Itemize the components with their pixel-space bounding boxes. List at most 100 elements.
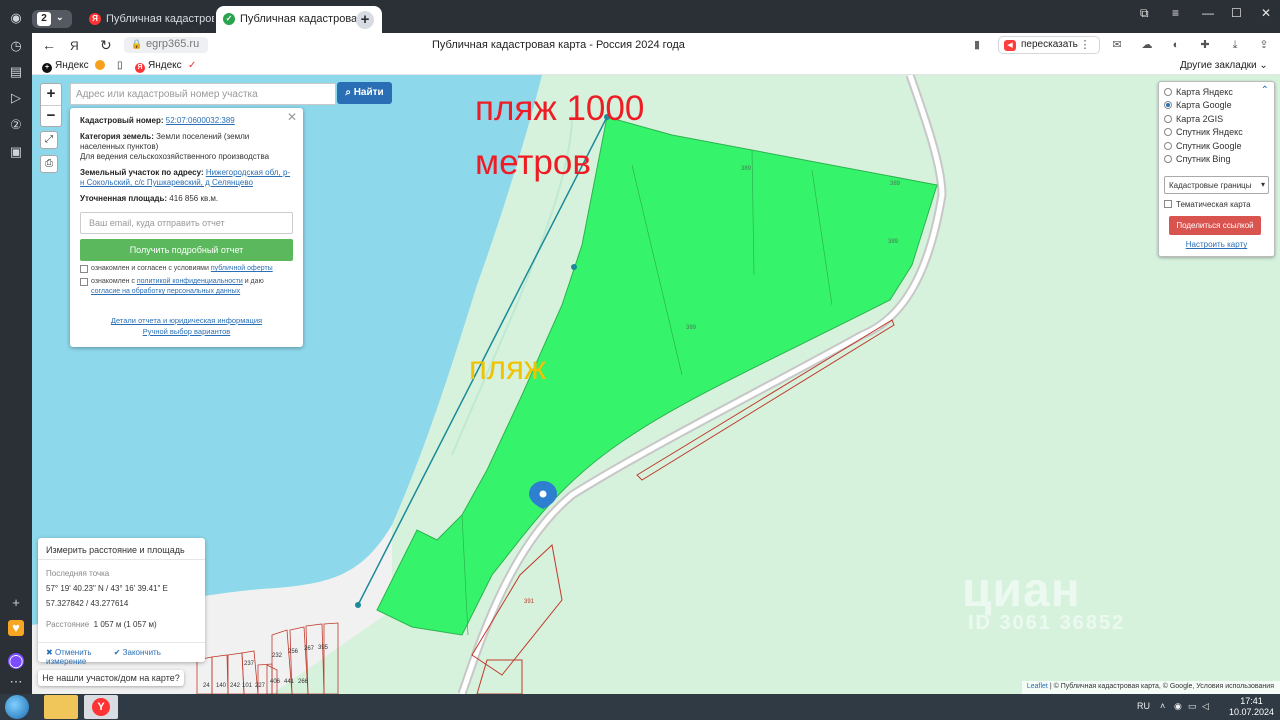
network-icon[interactable]: ▭ [1188, 701, 1197, 712]
layer-option-bing-satellite[interactable]: Спутник Bing [1164, 153, 1269, 166]
boundaries-select[interactable]: Кадастровые границы [1164, 176, 1269, 195]
radio[interactable] [1164, 141, 1172, 150]
zen-icon[interactable]: ② [8, 117, 24, 133]
volume-icon[interactable]: ◁ [1202, 701, 1209, 712]
close-window-icon[interactable]: ✕ [1261, 6, 1271, 20]
share-icon[interactable]: ⇪ [1257, 38, 1271, 52]
fullscreen-icon[interactable]: ⤢ [40, 131, 58, 149]
map-canvas[interactable]: 389 389 389 389 391 24 140 242 101 227 2… [32, 75, 1280, 694]
svg-text:406: 406 [270, 679, 281, 685]
history-icon[interactable]: ◷ [8, 38, 24, 54]
measure-point-mid[interactable] [571, 264, 577, 270]
other-bookmarks[interactable]: Другие закладки ⌄ [1180, 60, 1268, 71]
alice-icon[interactable]: ◯ [8, 653, 24, 669]
browser-menu-icon[interactable]: ◉ [8, 10, 24, 26]
checkbox-box[interactable] [80, 265, 88, 273]
bookmark-yandex[interactable]: Я Яндекс [135, 60, 182, 73]
svg-text:101: 101 [242, 683, 253, 689]
bookmark-yandex-plus[interactable]: + Яндекс [42, 60, 89, 73]
tray-app-icon[interactable]: ◉ [1174, 701, 1182, 712]
clock[interactable]: 17:41 10.07.2024 [1229, 696, 1274, 718]
extensions-icon[interactable]: ✚ [1198, 38, 1212, 52]
distance-value: 1 057 м (1 057 м) [93, 620, 157, 629]
tab-counter[interactable]: 2 ⌄ [32, 10, 72, 28]
tab-inactive[interactable]: Я Публичная кадастровая к [82, 6, 214, 33]
tab-label: Публичная кадастровая к [106, 13, 214, 25]
market-icon[interactable]: ♥ [8, 620, 24, 636]
offer-consent-checkbox[interactable]: ознакомлен и согласен с условиями публич… [80, 264, 293, 274]
share-link-button[interactable]: Поделиться ссылкой [1169, 216, 1261, 236]
hamburger-menu-icon[interactable]: ≡ [1172, 6, 1179, 20]
measure-point-start[interactable] [355, 602, 361, 608]
add-panel-icon[interactable]: + [8, 595, 24, 611]
svg-text:237: 237 [244, 661, 255, 667]
close-icon[interactable]: ✕ [287, 111, 297, 123]
cancel-measure-button[interactable]: ✖ Отменить [46, 648, 102, 657]
zoom-out-button[interactable]: − [41, 105, 61, 126]
overlay-text-meters: метров [475, 143, 591, 182]
vpn-icon[interactable]: ◐ [1169, 38, 1183, 52]
privacy-link[interactable]: политикой конфиденциальности [137, 278, 243, 285]
tab-strip: 2 ⌄ Я Публичная кадастровая к ✓ Публична… [32, 0, 1280, 33]
svg-text:232: 232 [272, 653, 283, 659]
radio[interactable] [1164, 114, 1172, 123]
bookmark-check[interactable]: ✓ [188, 60, 196, 71]
collections-window-icon[interactable]: ⧉ [1140, 6, 1149, 21]
zoom-in-button[interactable]: + [41, 84, 61, 105]
language-indicator[interactable]: RU [1137, 701, 1150, 711]
radio[interactable] [1164, 154, 1172, 163]
bookmark-orange[interactable] [95, 60, 108, 72]
cad-number-link[interactable]: 52:07:0600032:389 [166, 116, 235, 125]
maximize-icon[interactable]: ☐ [1231, 6, 1242, 20]
yandex-browser-icon[interactable]: Y [84, 695, 118, 719]
report-details-link[interactable]: Детали отчета и юридическая информация [111, 316, 262, 325]
get-report-button[interactable]: Получить подробный отчет [80, 239, 293, 261]
email-input[interactable]: Ваш email, куда отправить отчет [80, 212, 293, 234]
minimize-icon[interactable]: — [1202, 6, 1214, 20]
screenshot-icon[interactable]: ▣ [8, 144, 24, 160]
checkbox-box[interactable] [1164, 200, 1172, 209]
start-button[interactable] [5, 695, 29, 719]
not-found-button[interactable]: Не нашли участок/дом на карте? [38, 670, 184, 686]
privacy-consent-checkbox[interactable]: ознакомлен с политикой конфиденциальност… [80, 277, 293, 297]
bookmark-icon[interactable]: ▮ [970, 38, 984, 52]
bookmark-page[interactable]: ▯ [117, 60, 123, 71]
yandex-icon: Я [89, 13, 101, 25]
more-icon[interactable]: ⋯ [8, 674, 24, 690]
find-button[interactable]: ⌕ Найти [337, 82, 392, 104]
layer-option-yandex-map[interactable]: Карта Яндекс [1164, 86, 1269, 99]
watermark-id: ID 3061 36852 [968, 612, 1126, 634]
tab-count: 2 [37, 12, 51, 26]
layer-option-2gis-map[interactable]: Карта 2GIS [1164, 113, 1269, 126]
weather-icon[interactable]: ☁ [1140, 38, 1154, 52]
checkbox-box[interactable] [80, 278, 88, 286]
new-tab-button[interactable]: + [356, 11, 374, 29]
layer-option-yandex-satellite[interactable]: Спутник Яндекс [1164, 126, 1269, 139]
radio-selected[interactable] [1164, 101, 1172, 110]
layer-option-google-map[interactable]: Карта Google [1164, 99, 1269, 112]
collections-icon[interactable]: ▤ [8, 64, 24, 80]
more-options-icon[interactable]: ⋮ [1078, 38, 1092, 52]
address-label: Земельный участок по адресу: [80, 168, 204, 177]
address-search-input[interactable]: Адрес или кадастровый номер участка [70, 83, 336, 105]
leaflet-link[interactable]: Leaflet [1027, 683, 1048, 690]
tray-chevron-icon[interactable]: ˄ [1160, 701, 1165, 711]
manual-select-link[interactable]: Ручной выбор вариантов [143, 327, 231, 336]
radio[interactable] [1164, 128, 1172, 137]
url-field[interactable]: 🔒 egrp365.ru [124, 37, 208, 53]
thematic-map-checkbox[interactable]: Тематическая карта [1164, 200, 1269, 209]
layer-option-google-satellite[interactable]: Спутник Google [1164, 140, 1269, 153]
downloads-icon[interactable]: ⤓ [1228, 38, 1242, 52]
data-consent-link[interactable]: согласие на обработку персональных данны… [91, 288, 240, 295]
reload-icon[interactable]: ↻ [100, 37, 112, 54]
play-icon[interactable]: ▷ [8, 90, 24, 106]
chevron-down-icon: ⌄ [56, 12, 64, 22]
configure-map-link[interactable]: Настроить карту [1186, 240, 1247, 249]
print-icon[interactable]: ⎙ [40, 155, 58, 173]
radio[interactable] [1164, 88, 1172, 96]
mail-icon[interactable]: ✉ [1110, 38, 1124, 52]
offer-link[interactable]: публичной оферты [211, 265, 273, 272]
file-explorer-icon[interactable] [44, 695, 78, 719]
back-icon[interactable]: ← [42, 37, 56, 53]
yandex-logo-icon[interactable]: Я [70, 39, 79, 53]
